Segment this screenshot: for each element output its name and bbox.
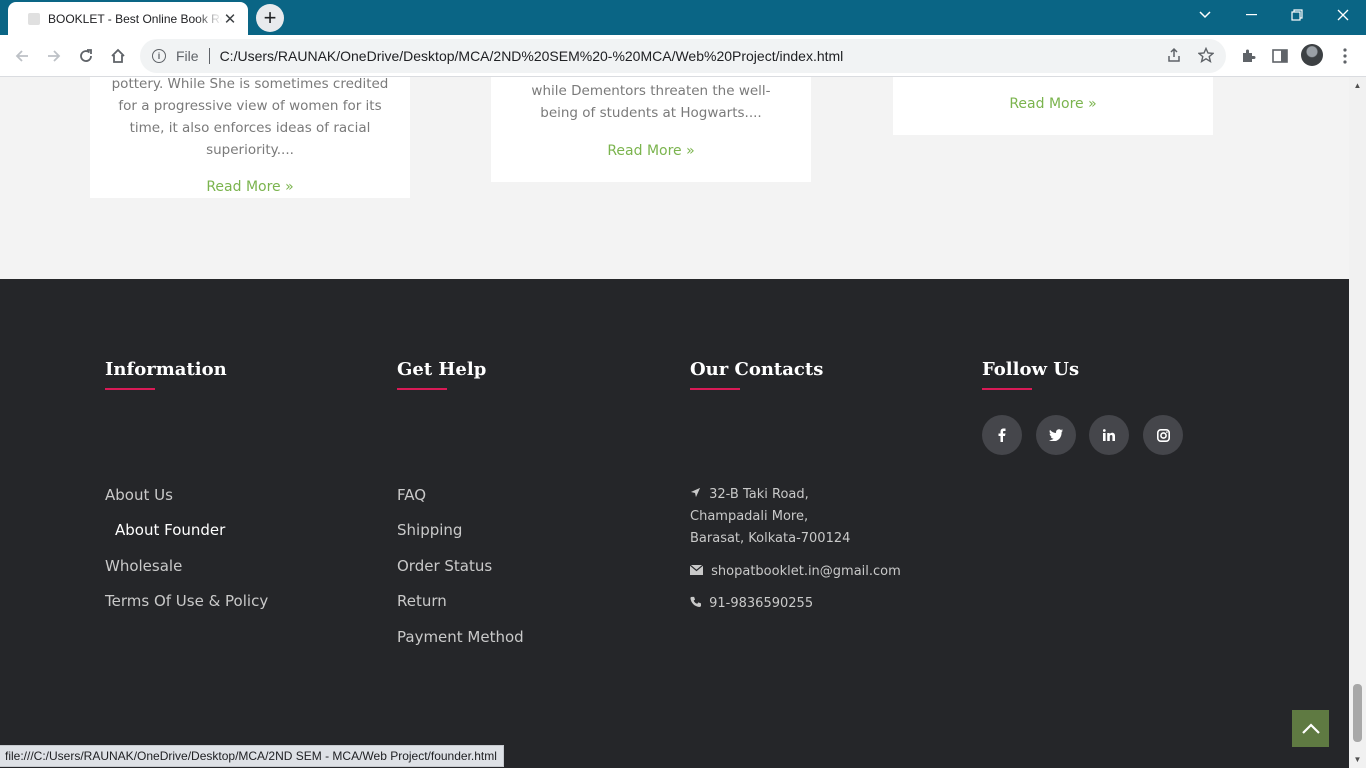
browser-tab[interactable]: BOOKLET - Best Online Book Reader ✕ [8,2,248,35]
scrollbar-thumb[interactable] [1353,684,1362,742]
tab-search-icon[interactable] [1182,0,1228,30]
footer-link-return[interactable]: Return [397,592,447,610]
book-cards-section: pottery. While She is sometimes credited… [0,77,1349,279]
contact-email[interactable]: shopatbooklet.in@gmail.com [689,561,901,583]
card-excerpt: while Dementors threaten the well-being … [531,83,771,121]
address-line: 32-B Taki Road, [709,487,809,502]
linkedin-icon[interactable] [1089,415,1129,455]
email-text: shopatbooklet.in@gmail.com [711,564,901,579]
scroll-down-arrow-icon[interactable]: ▼ [1349,751,1366,768]
profile-avatar[interactable] [1301,44,1323,66]
back-button[interactable] [9,43,35,69]
heading-underline [105,388,155,390]
footer-heading: Follow Us [982,359,1080,380]
footer-link-shipping[interactable]: Shipping [397,521,462,539]
separator [208,48,210,64]
tab-title: BOOKLET - Best Online Book Reader [48,11,222,26]
close-tab-icon[interactable]: ✕ [222,10,238,28]
footer-link-order-status[interactable]: Order Status [397,557,492,575]
extensions-icon[interactable] [1237,45,1259,67]
file-label: File [176,48,199,64]
read-more-link[interactable]: Read More » [491,140,811,162]
contact-address: 32-B Taki Road, Champadali More, Barasat… [690,484,850,550]
phone-text: 91-9836590255 [709,596,814,611]
footer-heading: Get Help [397,359,487,380]
footer-link-faq[interactable]: FAQ [397,486,426,504]
vertical-scrollbar[interactable]: ▲ ▼ [1349,77,1366,768]
read-more-link[interactable]: Read More » [893,93,1213,115]
footer-link-about-us[interactable]: About Us [105,486,173,504]
browser-toolbar: i File C:/Users/RAUNAK/OneDrive/Desktop/… [0,35,1366,77]
url-text[interactable]: C:/Users/RAUNAK/OneDrive/Desktop/MCA/2ND… [220,48,844,64]
back-to-top-button[interactable] [1292,710,1329,747]
book-card: while Dementors threaten the well-being … [491,77,811,182]
phone-icon [690,596,701,607]
address-line: Barasat, Kolkata-700124 [690,531,851,546]
footer-link-payment-method[interactable]: Payment Method [397,628,524,646]
menu-kebab-icon[interactable] [1334,45,1356,67]
heading-underline [982,388,1032,390]
site-footer: Information About Us About Founder Whole… [0,279,1349,768]
favicon-icon [28,12,40,25]
address-line: Champadali More, [690,509,809,524]
footer-link-terms[interactable]: Terms Of Use & Policy [105,592,268,610]
instagram-icon[interactable] [1143,415,1183,455]
home-button[interactable] [105,43,131,69]
side-panel-icon[interactable] [1269,45,1291,67]
reload-button[interactable] [73,43,99,69]
page-viewport: pottery. While She is sometimes credited… [0,77,1349,768]
footer-link-about-founder[interactable]: About Founder [115,521,225,539]
bookmark-star-icon[interactable] [1197,46,1215,67]
book-card: pottery. While She is sometimes credited… [90,77,410,198]
location-arrow-icon [690,487,701,498]
share-icon[interactable] [1166,47,1182,67]
facebook-icon[interactable] [982,415,1022,455]
contact-phone[interactable]: 91-9836590255 [690,593,813,615]
address-bar[interactable]: i File C:/Users/RAUNAK/OneDrive/Desktop/… [140,39,1226,73]
book-card: Read More » [893,77,1213,135]
envelope-icon [689,564,704,575]
heading-underline [690,388,740,390]
scroll-up-arrow-icon[interactable]: ▲ [1349,77,1366,94]
minimize-button[interactable] [1228,0,1274,30]
heading-underline [397,388,447,390]
status-bar-url: file:///C:/Users/RAUNAK/OneDrive/Desktop… [0,745,504,767]
forward-button[interactable] [41,43,67,69]
info-icon[interactable]: i [152,49,166,63]
footer-link-wholesale[interactable]: Wholesale [105,557,182,575]
twitter-icon[interactable] [1036,415,1076,455]
new-tab-button[interactable]: + [256,4,284,32]
tab-strip: BOOKLET - Best Online Book Reader ✕ + [0,0,1366,35]
read-more-link[interactable]: Read More » [90,176,410,198]
footer-heading: Our Contacts [690,359,824,380]
close-window-button[interactable] [1320,0,1366,30]
restore-button[interactable] [1274,0,1320,30]
card-excerpt: pottery. While She is sometimes credited… [111,77,389,158]
chevron-up-icon [1301,723,1320,734]
footer-heading: Information [105,359,227,380]
